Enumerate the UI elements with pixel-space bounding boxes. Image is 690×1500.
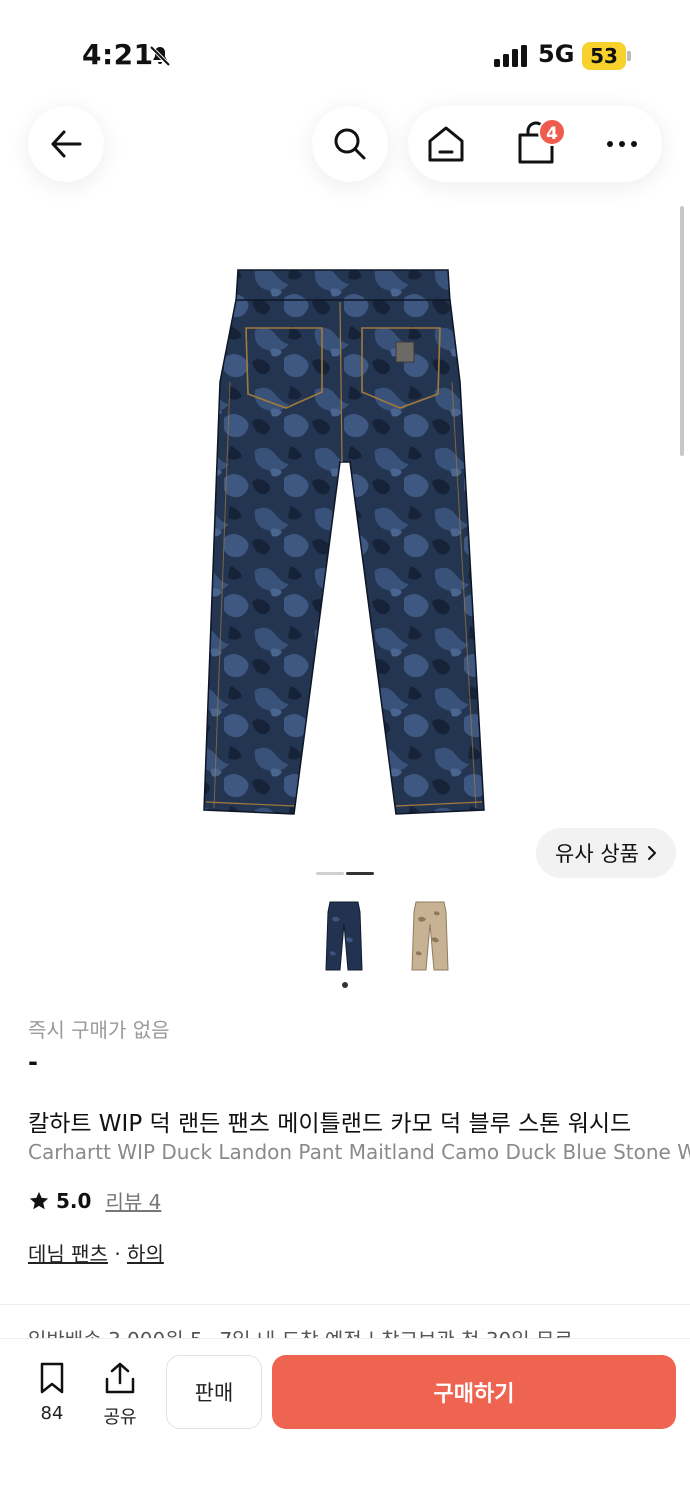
category-link-denim[interactable]: 데님 팬츠	[28, 1242, 108, 1266]
save-button[interactable]: 84	[30, 1361, 74, 1424]
buy-button[interactable]: 구매하기	[272, 1355, 676, 1429]
star-icon	[29, 1191, 49, 1209]
battery-indicator: 53	[582, 42, 626, 70]
shipping-info-row[interactable]: 일반배송 3,000원 5~7일 내 도착 예정 | 창고보관 첫 30일 무료	[28, 1324, 690, 1338]
search-icon	[334, 128, 366, 160]
thumbnail-navy[interactable]	[314, 898, 374, 974]
more-dots-icon	[607, 141, 637, 147]
bell-muted-icon	[149, 45, 171, 67]
product-image[interactable]	[190, 262, 500, 822]
price-value: -	[28, 1048, 38, 1076]
category-breadcrumb: 데님 팬츠 · 하의	[28, 1238, 164, 1267]
sell-button[interactable]: 판매	[166, 1355, 262, 1429]
review-link[interactable]: 리뷰 4	[105, 1186, 161, 1215]
arrow-left-icon	[51, 130, 82, 158]
home-icon	[428, 126, 464, 162]
category-separator: ·	[114, 1242, 121, 1266]
product-title-korean: 칼하트 WIP 덕 랜든 팬츠 메이틀랜드 카모 덕 블루 스톤 워시드	[28, 1111, 632, 1137]
gallery-indicator-1	[316, 872, 344, 875]
save-count: 84	[40, 1403, 64, 1424]
instant-buy-label: 즉시 구매가 없음	[28, 1018, 170, 1042]
product-title-english: Carhartt WIP Duck Landon Pant Maitland C…	[28, 1140, 690, 1164]
gallery-indicator-2-active	[346, 872, 374, 875]
more-button[interactable]	[604, 134, 640, 154]
share-label: 공유	[103, 1407, 137, 1428]
bookmark-icon	[40, 1362, 64, 1394]
thumbnail-beige[interactable]	[400, 898, 460, 974]
similar-items-label: 유사 상품	[555, 842, 639, 866]
battery-tip	[627, 51, 631, 61]
share-button[interactable]: 공유	[96, 1361, 144, 1429]
category-link-bottoms[interactable]: 하의	[127, 1242, 164, 1266]
status-time: 4:21	[82, 38, 154, 71]
similar-items-button[interactable]: 유사 상품	[536, 828, 676, 878]
cart-count-badge: 4	[538, 118, 566, 146]
scrollbar[interactable]	[680, 206, 684, 456]
share-icon	[105, 1362, 135, 1394]
nav-actions: 4	[408, 106, 662, 182]
bottom-action-bar: 84 공유 판매 구매하기	[0, 1338, 690, 1500]
home-button[interactable]	[424, 122, 468, 166]
search-button[interactable]	[312, 106, 388, 182]
back-button[interactable]	[28, 106, 104, 182]
rating-value: 5.0	[56, 1188, 92, 1213]
status-bar: 4:21 5G 53	[0, 0, 690, 100]
selected-thumbnail-dot	[342, 982, 348, 988]
signal-icon	[494, 45, 527, 67]
chevron-right-icon	[647, 846, 656, 860]
rating-row: 5.0 리뷰 4	[28, 1186, 161, 1215]
network-label: 5G	[538, 40, 575, 68]
divider	[0, 1304, 690, 1305]
